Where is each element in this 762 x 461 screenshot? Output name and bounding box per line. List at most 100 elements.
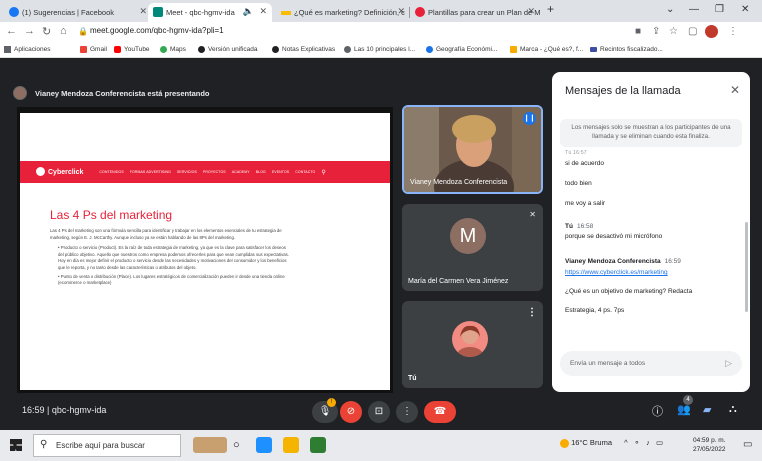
- windows-start-icon[interactable]: [10, 439, 22, 451]
- nav-link: CONTACTO: [295, 170, 316, 174]
- bookmark-apps[interactable]: Aplicaciones: [4, 46, 51, 53]
- bookmark-recintos[interactable]: Recintos fiscalizado...: [590, 46, 663, 53]
- maps-icon: [160, 46, 167, 53]
- site-navbar: Cyberclick CONTENIDOS FORMAS ADVERTISING…: [20, 161, 390, 183]
- speaking-indicator-icon: ❙❙: [523, 112, 536, 125]
- globe-icon: [272, 46, 279, 53]
- participant-tile-self[interactable]: ⋮ Tú: [402, 301, 543, 388]
- chat-message: Estrategia, 4 ps. 7ps: [565, 307, 625, 314]
- chat-icon[interactable]: ▰: [703, 403, 711, 416]
- chat-panel: Mensajes de la llamada ✕ Los mensajes so…: [552, 72, 750, 392]
- tab-meet[interactable]: Meet - qbc-hgmv-ida 🔈 ✕: [148, 3, 272, 22]
- address-bar[interactable]: meet.google.com/qbc-hgmv-ida?pli=1: [90, 26, 224, 35]
- chrome-icon[interactable]: [256, 437, 272, 453]
- camera-icon[interactable]: ■: [635, 26, 641, 37]
- leave-call-button[interactable]: ☎: [424, 401, 456, 423]
- participant-name: María del Carmen Vera Jiménez: [408, 278, 509, 285]
- window-icon[interactable]: ▢: [688, 26, 697, 37]
- nav-link: CONTENIDOS: [99, 170, 124, 174]
- participant-name: Tú: [408, 375, 417, 382]
- bookmark-notas[interactable]: Notas Explicativas: [272, 46, 335, 53]
- battery-icon[interactable]: ▭: [656, 438, 663, 447]
- send-icon[interactable]: ▷: [725, 358, 732, 369]
- activities-icon[interactable]: ⛬: [729, 403, 737, 416]
- notifications-icon[interactable]: ▭: [743, 439, 752, 450]
- avatar: [452, 321, 488, 357]
- bookmark-maps[interactable]: Maps: [160, 46, 186, 53]
- slide-bullet: • Punto de venta o distribución (Place).…: [58, 273, 285, 286]
- window-close-icon[interactable]: ✕: [741, 4, 749, 15]
- facebook-icon: [9, 7, 19, 17]
- chat-title: Mensajes de la llamada: [565, 85, 681, 97]
- close-icon[interactable]: ✕: [259, 6, 267, 17]
- present-button[interactable]: ⊡: [368, 401, 390, 423]
- lock-icon[interactable]: 🔒: [78, 27, 88, 36]
- site-icon: [590, 47, 597, 52]
- globe-icon: [426, 46, 433, 53]
- bookmark-gmail[interactable]: Gmail: [80, 46, 107, 53]
- cyberclick-icon: [415, 7, 425, 17]
- weather-icon: [560, 438, 569, 448]
- bookmark-geografia[interactable]: Geografía Económi...: [426, 46, 497, 53]
- star-icon[interactable]: ☆: [669, 26, 678, 37]
- gmail-icon: [80, 46, 87, 53]
- hang-up-icon: ☎: [433, 406, 447, 417]
- minimize-icon[interactable]: —: [689, 4, 699, 15]
- bookmark-marca[interactable]: Marca - ¿Qué es?, f...: [510, 46, 583, 53]
- close-icon[interactable]: ✕: [730, 83, 740, 97]
- nav-link: EVENTOS: [271, 170, 290, 174]
- chat-input[interactable]: Envía un mensaje a todos ▷: [560, 351, 742, 376]
- tab-label: Plantillas para crear un Plan de M: [428, 8, 540, 17]
- chat-message: todo bien: [565, 180, 592, 187]
- reload-icon[interactable]: ↻: [42, 25, 51, 38]
- more-button[interactable]: ⋮: [396, 401, 418, 423]
- browser-toolbar: ← → ↻ ⌂ 🔒 meet.google.com/qbc-hgmv-ida?p…: [0, 22, 762, 43]
- news-widget-icon[interactable]: [193, 437, 227, 453]
- participant-tile-maria[interactable]: ✕ M María del Carmen Vera Jiménez: [402, 204, 543, 291]
- home-icon[interactable]: ⌂: [60, 25, 67, 37]
- tab-strip: (1) Sugerencias | Facebook ✕ Meet - qbc-…: [0, 0, 762, 22]
- close-icon[interactable]: ✕: [527, 6, 535, 17]
- profile-avatar[interactable]: [705, 25, 718, 38]
- tray-arrow-icon[interactable]: ^: [624, 438, 628, 447]
- search-icon: ⚲: [40, 439, 48, 450]
- chat-message: ¿Qué es un objetivo de marketing? Redact…: [565, 288, 693, 295]
- taskbar-search[interactable]: ⚲ Escribe aquí para buscar: [33, 434, 181, 457]
- close-icon[interactable]: ✕: [397, 6, 405, 17]
- close-icon[interactable]: ✕: [139, 6, 147, 17]
- forward-icon[interactable]: →: [24, 25, 35, 37]
- windows-taskbar: ⚲ Escribe aquí para buscar ○ 16°C Bruma …: [0, 430, 762, 461]
- participant-tile-presenter[interactable]: ❙❙ Vianey Mendoza Conferencista: [402, 105, 543, 194]
- tab-search-icon[interactable]: ⌄: [666, 4, 674, 15]
- back-icon[interactable]: ←: [6, 25, 17, 37]
- people-count-badge: 4: [683, 395, 693, 405]
- network-icon[interactable]: ⚬: [634, 438, 640, 447]
- new-tab-button[interactable]: +: [547, 2, 554, 16]
- message-header: Vianey Mendoza Conferencista 16:59: [565, 258, 681, 265]
- app-icon[interactable]: [310, 437, 326, 453]
- tab-facebook[interactable]: (1) Sugerencias | Facebook ✕: [4, 3, 152, 22]
- tab-marketing[interactable]: ¿Qué es marketing? Definición, c ✕: [276, 3, 410, 22]
- more-options-icon[interactable]: ⋮: [527, 307, 537, 318]
- camera-off-icon: ⊘: [346, 406, 356, 417]
- camera-off-button[interactable]: ⊘: [340, 401, 362, 423]
- meeting-time-code: 16:59 | qbc-hgmv-ida: [22, 405, 107, 415]
- maximize-icon[interactable]: ❐: [715, 4, 724, 15]
- brand-name: Cyberclick: [48, 168, 84, 176]
- info-icon[interactable]: ⓘ: [652, 403, 663, 419]
- nav-link: PROYECTOS: [202, 170, 226, 174]
- task-view-icon[interactable]: ○: [233, 439, 249, 455]
- bookmarks-bar: Aplicaciones Gmail YouTube Maps Versión …: [0, 43, 762, 58]
- chat-link[interactable]: https://www.cyberclick.es/marketing: [565, 269, 668, 276]
- bookmark-version-unificada[interactable]: Versión unificada: [198, 46, 258, 53]
- menu-icon[interactable]: ⋮: [728, 26, 738, 37]
- volume-icon[interactable]: ♪: [646, 438, 650, 447]
- file-explorer-icon[interactable]: [283, 437, 299, 453]
- bookmark-youtube[interactable]: YouTube: [114, 46, 150, 53]
- system-clock[interactable]: 04:59 p. m. 27/05/2022: [693, 436, 726, 454]
- bookmark-10-principales[interactable]: Las 10 principales l...: [344, 46, 415, 53]
- tab-plantillas[interactable]: Plantillas para crear un Plan de M ✕: [410, 3, 540, 22]
- share-icon[interactable]: ⇪: [652, 26, 660, 37]
- chat-scrollbar[interactable]: [745, 222, 748, 312]
- audio-icon[interactable]: 🔈: [243, 6, 254, 17]
